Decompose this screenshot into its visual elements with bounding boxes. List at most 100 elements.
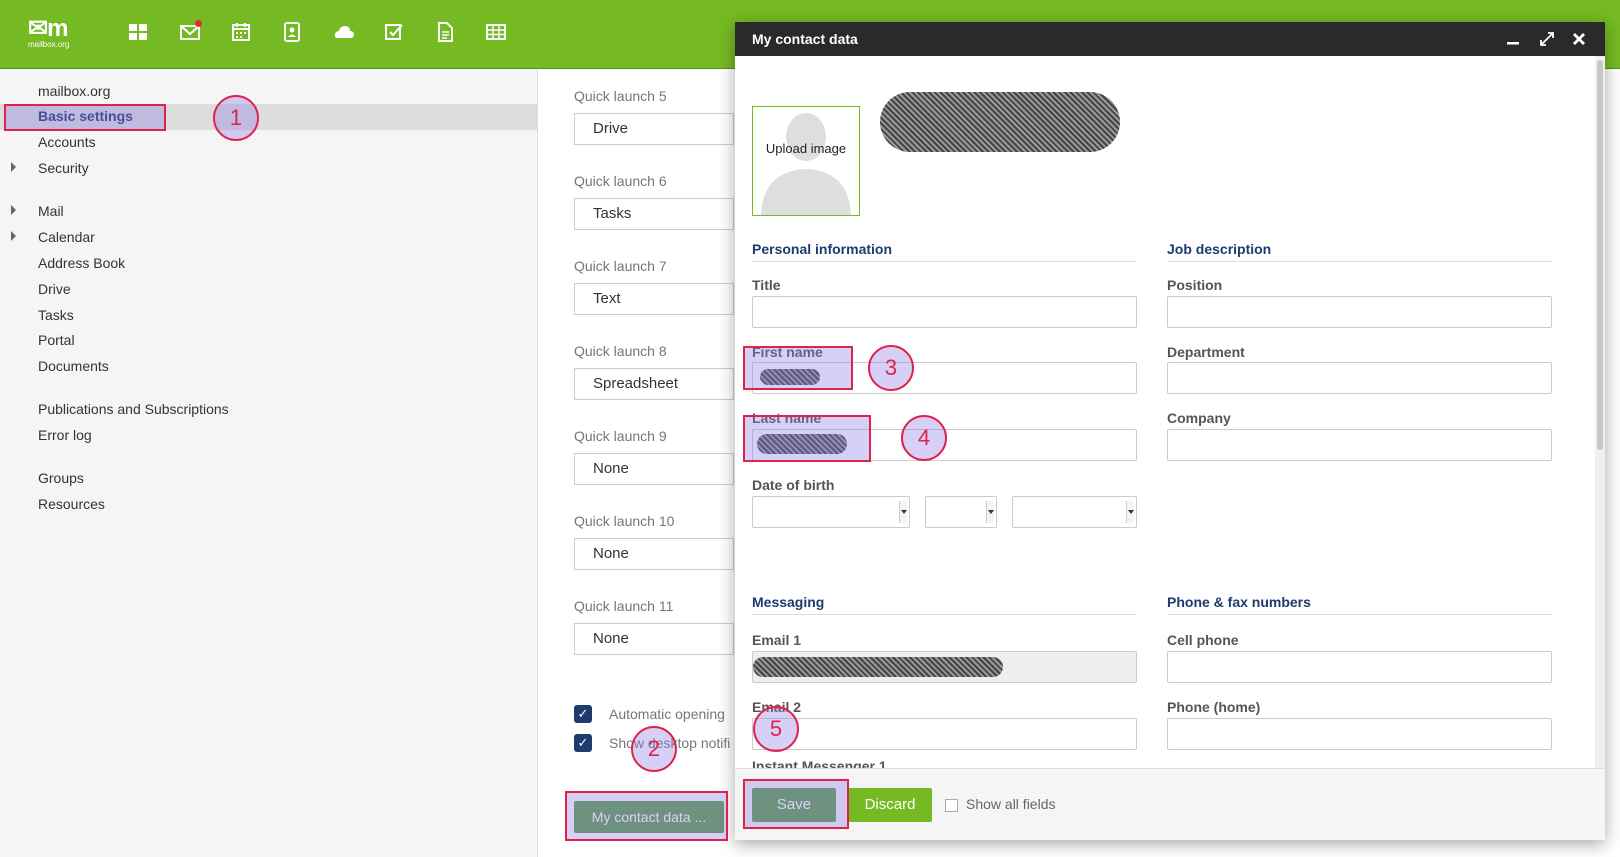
phone-home-field[interactable] (1167, 718, 1552, 750)
scroll-thumb[interactable] (1597, 60, 1603, 450)
expand-caret-icon[interactable] (11, 162, 16, 172)
dob-month-select[interactable] (752, 496, 910, 528)
text-document-icon[interactable] (433, 20, 457, 44)
dialog-title: My contact data (752, 31, 858, 47)
auto-open-checkbox[interactable]: ✓ (574, 705, 592, 723)
department-field[interactable] (1167, 362, 1552, 394)
highlight-save-button (743, 779, 849, 829)
position-label: Position (1167, 277, 1223, 293)
sidebar-item-drive[interactable]: Drive (38, 277, 71, 301)
quick-launch-select[interactable]: Text (574, 283, 734, 315)
sidebar-item-accounts[interactable]: Accounts (38, 130, 96, 154)
annotation-step-5: 5 (753, 706, 799, 752)
quick-launch-select[interactable]: Drive (574, 113, 734, 145)
sidebar-item-security[interactable]: Security (38, 156, 89, 180)
mail-icon[interactable] (178, 20, 202, 44)
address-book-icon[interactable] (280, 20, 304, 44)
annotation-step-2: 2 (631, 726, 677, 772)
cell-phone-field[interactable] (1167, 651, 1552, 683)
email1-label: Email 1 (752, 632, 802, 648)
desktop-notify-checkbox[interactable]: ✓ (574, 734, 592, 752)
highlight-basic-settings (4, 104, 166, 131)
title-field[interactable] (752, 296, 1137, 328)
redacted-email (753, 657, 1003, 677)
sidebar-item-address-book[interactable]: Address Book (38, 251, 125, 275)
quick-launch-select[interactable]: Tasks (574, 198, 734, 230)
highlight-first-name (743, 346, 853, 390)
auto-open-label: Automatic opening (609, 706, 725, 722)
quick-launch-label: Quick launch 7 (574, 258, 667, 274)
calendar-icon[interactable] (229, 20, 253, 44)
dialog-scrollbar[interactable] (1595, 56, 1605, 768)
annotation-step-3: 3 (868, 345, 914, 391)
sidebar-item-documents[interactable]: Documents (38, 354, 109, 378)
show-all-fields-checkbox[interactable] (945, 799, 958, 812)
logo-envelope-icon: ✉ (28, 15, 48, 42)
messaging-section: Messaging (752, 594, 1137, 615)
redacted-name (880, 92, 1120, 152)
quick-launch-label: Quick launch 11 (574, 598, 674, 614)
company-label: Company (1167, 410, 1231, 426)
quick-launch-select[interactable]: None (574, 623, 734, 655)
upload-image-label: Upload image (765, 141, 847, 156)
annotation-step-1: 1 (213, 95, 259, 141)
close-icon[interactable] (1571, 31, 1587, 47)
mailbox-logo[interactable]: ✉m mailbox.org (28, 15, 80, 50)
quick-launch-label: Quick launch 10 (574, 513, 675, 529)
company-field[interactable] (1167, 429, 1552, 461)
dropdown-arrow-icon (986, 501, 994, 523)
email2-field[interactable] (752, 718, 1137, 750)
quick-launch-select[interactable]: Spreadsheet (574, 368, 734, 400)
logo-text: mailbox.org (28, 40, 70, 49)
dob-day-select[interactable] (925, 496, 997, 528)
phone-fax-section: Phone & fax numbers (1167, 594, 1552, 615)
maximize-icon[interactable] (1539, 31, 1555, 47)
cell-phone-label: Cell phone (1167, 632, 1239, 648)
logo-mark: m (47, 15, 68, 42)
highlight-contact-button (565, 791, 728, 841)
quick-launch-select[interactable]: None (574, 538, 734, 570)
department-label: Department (1167, 344, 1245, 360)
sidebar-item-portal[interactable]: Portal (38, 328, 75, 352)
sidebar-item-tasks[interactable]: Tasks (38, 303, 74, 327)
date-of-birth-label: Date of birth (752, 477, 835, 493)
spreadsheet-icon[interactable] (484, 20, 508, 44)
sidebar-item-mailbox-org[interactable]: mailbox.org (38, 79, 110, 103)
job-description-section: Job description (1167, 241, 1552, 262)
title-label: Title (752, 277, 781, 293)
discard-button[interactable]: Discard (848, 788, 932, 822)
sidebar-item-resources[interactable]: Resources (38, 492, 105, 516)
show-all-fields-label: Show all fields (966, 796, 1056, 812)
person-placeholder-icon (761, 113, 851, 215)
dropdown-arrow-icon (1126, 501, 1134, 523)
quick-launch-label: Quick launch 9 (574, 428, 667, 444)
settings-sidebar: mailbox.org Basic settings Accounts Secu… (0, 69, 538, 857)
im1-label: Instant Messenger 1 (752, 758, 887, 768)
dropdown-arrow-icon (899, 501, 907, 523)
tasks-icon[interactable] (382, 20, 406, 44)
sidebar-item-calendar[interactable]: Calendar (38, 225, 95, 249)
phone-home-label: Phone (home) (1167, 699, 1261, 715)
position-field[interactable] (1167, 296, 1552, 328)
dob-year-select[interactable] (1012, 496, 1137, 528)
portal-icon[interactable] (126, 20, 150, 44)
sidebar-item-mail[interactable]: Mail (38, 199, 64, 223)
expand-caret-icon[interactable] (11, 205, 16, 215)
dialog-body: Upload image Personal information Job de… (735, 56, 1595, 768)
upload-image-button[interactable]: Upload image (752, 106, 860, 216)
quick-launch-label: Quick launch 8 (574, 343, 667, 359)
sidebar-item-publications[interactable]: Publications and Subscriptions (38, 397, 229, 421)
unread-badge-icon (195, 20, 202, 27)
personal-info-section: Personal information (752, 241, 1137, 262)
minimize-icon[interactable] (1505, 31, 1521, 47)
expand-caret-icon[interactable] (11, 231, 16, 241)
highlight-last-name (743, 415, 871, 462)
drive-icon[interactable] (332, 20, 356, 44)
sidebar-item-error-log[interactable]: Error log (38, 423, 92, 447)
quick-launch-label: Quick launch 5 (574, 88, 667, 104)
quick-launch-select[interactable]: None (574, 453, 734, 485)
quick-launch-label: Quick launch 6 (574, 173, 667, 189)
dialog-footer: Save Discard Show all fields (735, 768, 1605, 840)
sidebar-item-groups[interactable]: Groups (38, 466, 84, 490)
annotation-step-4: 4 (901, 415, 947, 461)
